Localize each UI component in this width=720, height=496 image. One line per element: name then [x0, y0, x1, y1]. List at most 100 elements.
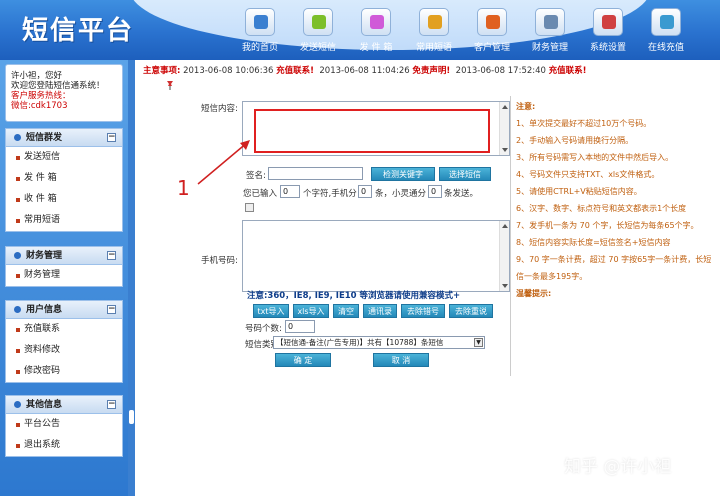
collapse-toggle-icon[interactable]: − — [107, 133, 116, 142]
remove-duplicates-button[interactable]: 去除重说 — [449, 304, 493, 318]
txt-import-button[interactable]: txt导入 — [253, 304, 289, 318]
sidebar-item[interactable]: 收 件 箱 — [6, 189, 122, 210]
sidebar-splitter[interactable] — [128, 60, 135, 496]
group-bullet-icon — [14, 134, 21, 141]
notes-title: 注意: — [516, 102, 536, 111]
parts-mid-text: 条，小灵通分 — [375, 189, 427, 199]
nav-item-label: 我的首页 — [241, 43, 278, 53]
sidebar-item-label: 发 件 箱 — [24, 173, 57, 183]
nav-item-8[interactable]: 在线充值 — [638, 8, 694, 56]
annotation-number: 1 — [177, 176, 190, 200]
contacts-button[interactable]: 通讯录 — [363, 304, 397, 318]
note-item: 9、70 字一条计费，超过 70 字按65字一条计费，长短信一条最多195字。 — [516, 255, 712, 281]
sidebar-item[interactable]: 退出系统 — [6, 435, 122, 456]
collapse-handle[interactable] — [129, 410, 134, 424]
bullet-icon — [16, 423, 20, 427]
content-label: 短信内容: — [201, 104, 238, 114]
notice-item-3-date: 2013-06-08 17:52:40 — [455, 66, 546, 76]
nav-item-1[interactable]: 我的首页 — [232, 8, 288, 56]
content-scrollbar[interactable] — [499, 102, 509, 155]
notice-item-1-date: 2013-06-08 10:06:36 — [183, 66, 274, 76]
select-sign-button[interactable]: 选择短信 — [439, 167, 491, 181]
nav-item-7[interactable]: 系统设置 — [580, 8, 636, 56]
detect-keyword-button[interactable]: 检测关键字 — [371, 167, 435, 181]
sidebar-item[interactable]: 发 件 箱 — [6, 168, 122, 189]
note-item: 6、汉字、数字、标点符号和英文都表示1个长度 — [516, 204, 687, 213]
finance-icon-glyph — [544, 15, 558, 29]
sidebar-item[interactable]: 发送短信 — [6, 147, 122, 168]
nav-item-label: 客户管理 — [473, 43, 510, 53]
phrases-icon — [419, 8, 449, 36]
sidebar-item-label: 平台公告 — [24, 419, 61, 429]
note-item: 5、请使用CTRL+V粘贴短信内容。 — [516, 187, 642, 196]
sidebar-item[interactable]: 财务管理 — [6, 265, 122, 286]
sidebar-group-1: 短信群发 − 发送短信发 件 箱收 件 箱常用短语 — [5, 128, 123, 232]
bullet-icon — [16, 219, 20, 223]
sidebar-group-header[interactable]: 财务管理 − — [6, 247, 122, 265]
remove-wrong-numbers-button[interactable]: 去除错号 — [401, 304, 445, 318]
recharge-icon — [651, 8, 681, 36]
notice-item-2-link[interactable]: 免责声明! — [412, 66, 450, 76]
sidebar-group-header[interactable]: 用户信息 − — [6, 301, 122, 319]
nav-item-5[interactable]: 客户管理 — [464, 8, 520, 56]
notice-item-3-link[interactable]: 充值联系! — [549, 66, 587, 76]
sidebar-group-3: 用户信息 − 充值联系资料修改修改密码 — [5, 300, 123, 383]
annotation-highlight-box — [254, 109, 490, 153]
notice-item-1-link[interactable]: 充值联系! — [276, 66, 314, 76]
category-select[interactable]: 【短信通-备注(广告专用)】共有【10788】条短信 ▼ — [273, 336, 485, 349]
scroll-up-icon[interactable] — [502, 224, 508, 228]
option-checkbox[interactable] — [245, 203, 254, 212]
phone-label: 手机号码: — [201, 256, 238, 266]
nav-item-2[interactable]: 发送短信 — [290, 8, 346, 56]
sidebar-group-header[interactable]: 短信群发 − — [6, 129, 122, 147]
sidebar-group-header[interactable]: 其他信息 − — [6, 396, 122, 414]
chevron-down-icon[interactable]: ▼ — [474, 338, 483, 347]
cancel-button[interactable]: 取 消 — [373, 353, 429, 367]
collapse-toggle-icon[interactable]: − — [107, 251, 116, 260]
hotline-label: 客户服务热线： — [11, 91, 71, 101]
scroll-down-icon[interactable] — [502, 284, 508, 288]
app-logo-title: 短信平台 — [22, 16, 135, 46]
sidebar-group-title: 其他信息 — [26, 400, 63, 410]
ok-button[interactable]: 确 定 — [275, 353, 331, 367]
sidebar-item-label: 发送短信 — [24, 152, 61, 162]
bullet-icon — [16, 177, 20, 181]
clear-button[interactable]: 清空 — [333, 304, 359, 318]
phone-scrollbar[interactable] — [499, 221, 509, 291]
collapse-toggle-icon[interactable]: − — [107, 305, 116, 314]
sidebar-item-label: 修改密码 — [24, 366, 61, 376]
nav-item-3[interactable]: 发 件 箱 — [348, 8, 404, 56]
phone-count-label: 号码个数: — [245, 324, 282, 334]
sidebar-item-label: 常用短语 — [24, 215, 61, 225]
category-select-value: 【短信通-备注(广告专用)】共有【10788】条短信 — [276, 338, 444, 347]
scroll-down-icon[interactable] — [502, 148, 508, 152]
sidebar-item[interactable]: 平台公告 — [6, 414, 122, 435]
send-sms-icon-glyph — [312, 15, 326, 29]
welcome-greeting: 许小袒，您好 — [11, 71, 63, 81]
pin-icon — [167, 81, 173, 90]
sidebar: 许小袒，您好 欢迎您登陆短信通系统！ 客户服务热线： 微信:cdk1703 短信… — [0, 60, 128, 496]
group-bullet-icon — [14, 401, 21, 408]
sidebar-item-label: 充值联系 — [24, 324, 61, 334]
sidebar-item[interactable]: 修改密码 — [6, 361, 122, 382]
customers-icon — [477, 8, 507, 36]
note-item: 7、发手机一条为 70 个字，长短信为每条65个字。 — [516, 221, 699, 230]
sidebar-item-label: 资料修改 — [24, 345, 61, 355]
collapse-toggle-icon[interactable]: − — [107, 400, 116, 409]
sidebar-item[interactable]: 常用短语 — [6, 210, 122, 231]
phone-numbers-textarea[interactable] — [242, 220, 510, 292]
nav-item-6[interactable]: 财务管理 — [522, 8, 578, 56]
home-icon — [245, 8, 275, 36]
header-bar: 短信平台 我的首页 发送短信 发 件 箱 常用短语 客户管理 财务管理 系统设置 在线充值 — [0, 0, 720, 60]
settings-icon-glyph — [602, 15, 616, 29]
xls-import-button[interactable]: xls导入 — [293, 304, 329, 318]
parts-count-field: 0 — [358, 185, 372, 198]
scroll-up-icon[interactable] — [502, 105, 508, 109]
nav-item-label: 发 件 箱 — [359, 43, 393, 53]
sign-input[interactable] — [268, 167, 363, 180]
sidebar-item[interactable]: 充值联系 — [6, 319, 122, 340]
sidebar-item[interactable]: 资料修改 — [6, 340, 122, 361]
nav-item-4[interactable]: 常用短语 — [406, 8, 462, 56]
sidebar-item-label: 收 件 箱 — [24, 194, 57, 204]
nav-item-label: 发送短信 — [299, 43, 336, 53]
